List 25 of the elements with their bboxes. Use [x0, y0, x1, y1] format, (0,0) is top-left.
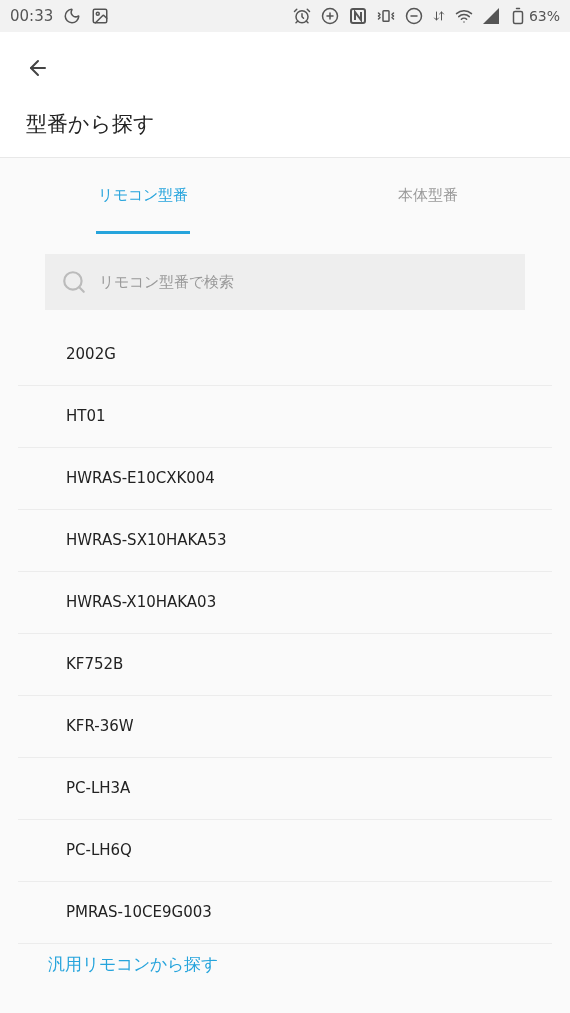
battery-percent: 63%: [528, 6, 560, 26]
moon-icon: [63, 7, 82, 25]
alarm-icon: [292, 7, 311, 25]
list-item[interactable]: PC-LH6Q: [18, 820, 552, 882]
list-item[interactable]: KF752B: [18, 634, 552, 696]
list-item[interactable]: 2002G: [18, 324, 552, 386]
search-field[interactable]: リモコン型番で検索: [45, 254, 525, 310]
clock: 00:33: [10, 5, 54, 27]
nfc-icon: [348, 7, 367, 25]
list-item[interactable]: KFR-36W: [18, 696, 552, 758]
list-item[interactable]: HT01: [18, 386, 552, 448]
data-arrows-icon: [432, 8, 445, 24]
list-item[interactable]: PC-LH3A: [18, 758, 552, 820]
list-item[interactable]: HWRAS-E10CXK004: [18, 448, 552, 510]
plus-circle-icon: [320, 7, 339, 25]
minus-circle-icon: [404, 7, 423, 25]
vibrate-icon: [376, 7, 395, 25]
page-title: 型番から探す: [26, 111, 156, 138]
wifi-icon: [454, 7, 473, 25]
image-icon: [91, 7, 110, 25]
list-item[interactable]: HWRAS-X10HAKA03: [18, 572, 552, 634]
search-icon: [61, 269, 87, 295]
list-item[interactable]: PMRAS-10CE9G003: [18, 882, 552, 944]
signal-icon: [482, 8, 499, 24]
list-item[interactable]: HWRAS-SX10HAKA53: [18, 510, 552, 572]
